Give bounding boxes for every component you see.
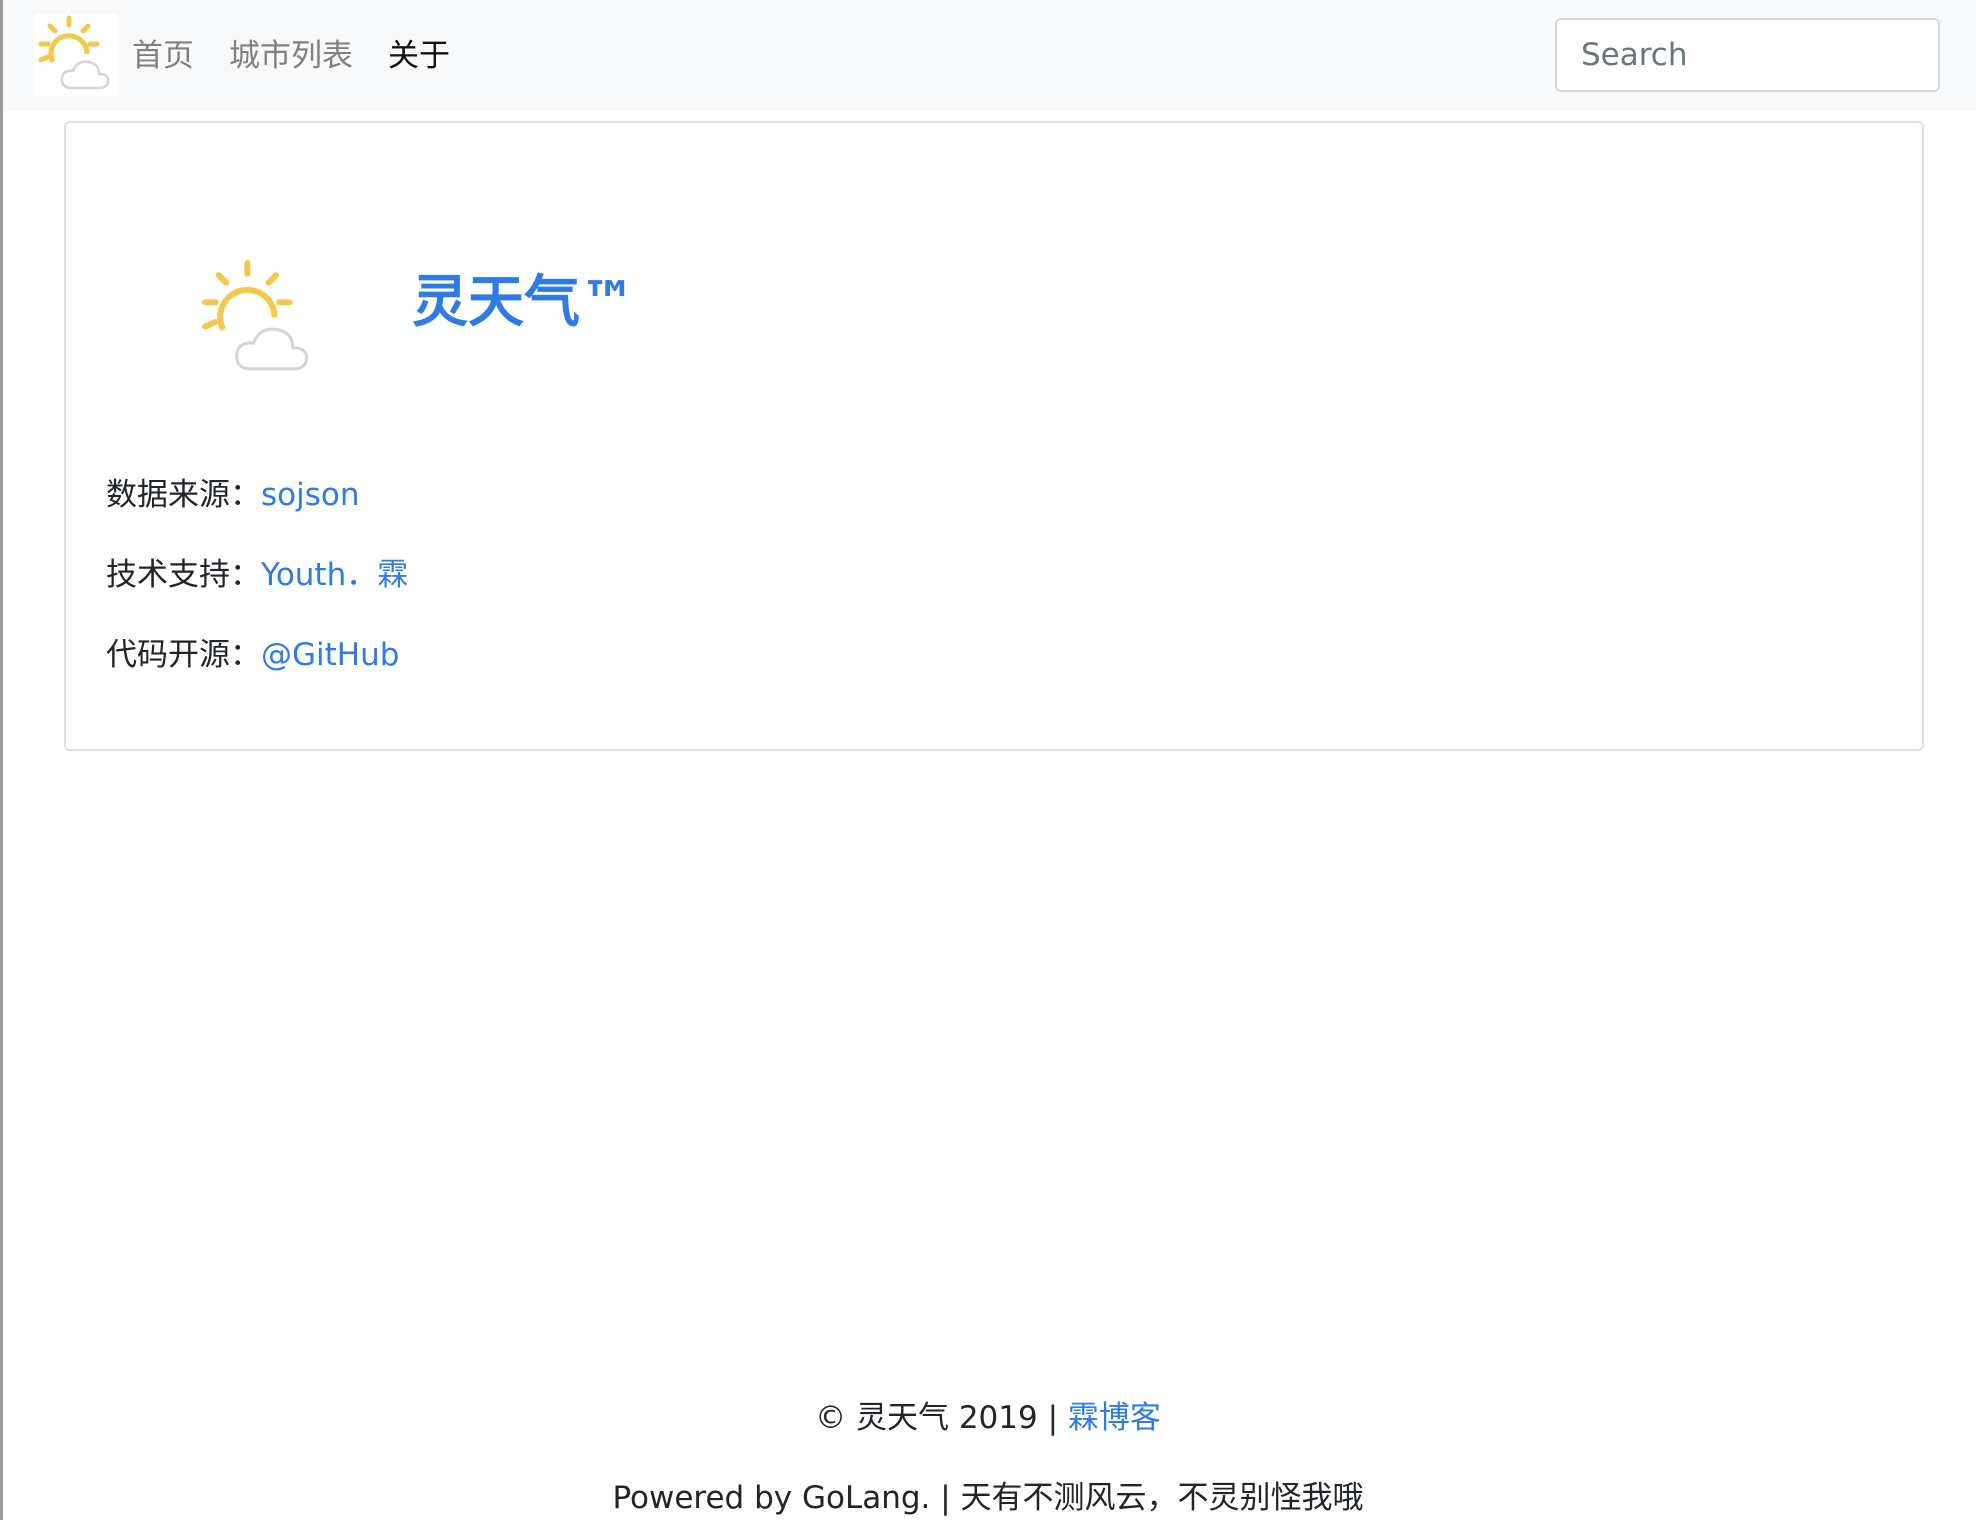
navbar: 首页 城市列表 关于 [3, 0, 1976, 111]
blog-link[interactable]: 霖博客 [1068, 1400, 1161, 1436]
partly-cloudy-icon [38, 15, 110, 90]
tech-support-row: 技术支持：Youth．霖 [106, 553, 408, 597]
copyright-text: © 灵天气 2019 | [815, 1400, 1068, 1436]
nav-city-list-link[interactable]: 城市列表 [229, 34, 353, 78]
nav-home-link[interactable]: 首页 [132, 34, 194, 78]
about-card: 灵天气™ 数据来源：sojson 技术支持：Youth．霖 代码开源：@GitH… [64, 121, 1924, 751]
partly-cloudy-icon [202, 260, 309, 371]
footer-copyright: © 灵天气 2019 | 霖博客 [0, 1396, 1976, 1440]
github-link[interactable]: @GitHub [261, 637, 399, 673]
data-source-label: 数据来源： [106, 477, 261, 513]
app-title: 灵天气™ [412, 270, 636, 335]
open-source-row: 代码开源：@GitHub [106, 633, 399, 677]
footer-powered-by: Powered by GoLang. | 天有不测风云，不灵别怪我哦 [612, 1480, 1364, 1516]
window-edge [0, 0, 3, 1520]
open-source-label: 代码开源： [106, 637, 261, 673]
nav-about-link[interactable]: 关于 [388, 34, 450, 78]
tech-support-label: 技术支持： [106, 557, 261, 593]
search-input[interactable] [1555, 18, 1940, 92]
tech-support-link[interactable]: Youth．霖 [261, 557, 408, 593]
about-logo [196, 257, 320, 381]
data-source-link[interactable]: sojson [261, 477, 360, 513]
brand-logo[interactable] [35, 14, 117, 96]
data-source-row: 数据来源：sojson [106, 473, 360, 517]
